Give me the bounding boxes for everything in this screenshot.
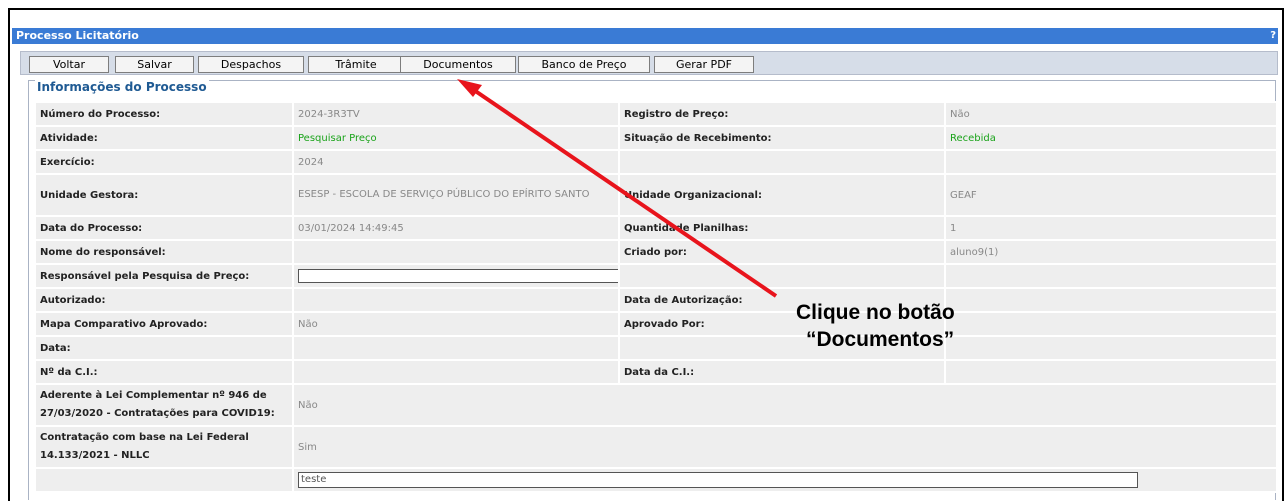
- callout-line-2: “Documentos”: [806, 328, 955, 351]
- callout-line-1: Clique no botão: [796, 301, 955, 324]
- arrow-shaft: [466, 84, 778, 298]
- instruction-callout: Clique no botão “Documentos”: [796, 299, 955, 353]
- annotation-arrow: [457, 79, 778, 298]
